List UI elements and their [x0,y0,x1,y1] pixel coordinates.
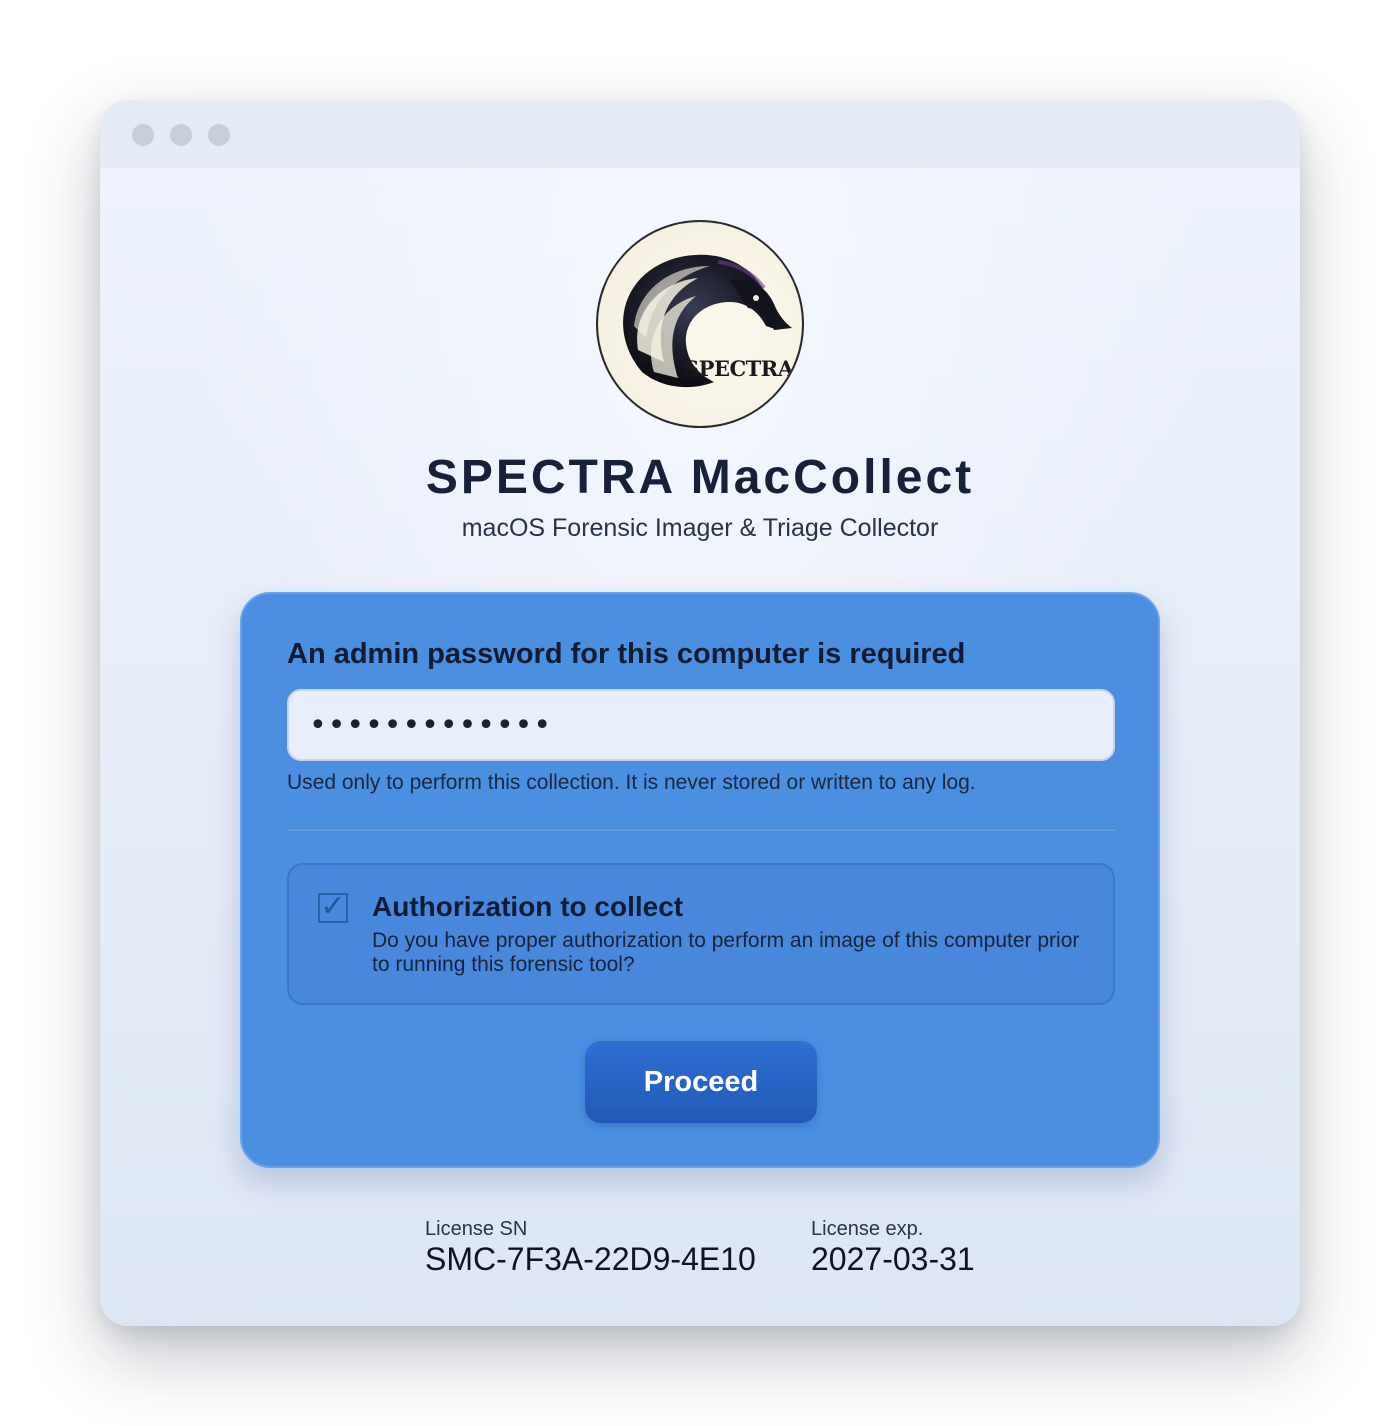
minimize-window-button[interactable] [170,124,192,146]
password-heading: An admin password for this computer is r… [287,638,966,670]
license-exp-value: 2027-03-31 [811,1241,975,1277]
spectra-logo: SPECTRA [596,220,804,428]
proceed-button[interactable]: Proceed [585,1041,817,1123]
section-divider [287,828,1115,831]
title-bar [100,100,1300,168]
raven-emblem-icon [623,254,792,388]
license-expiry: License exp. 2027-03-31 [811,1217,975,1277]
app-subtitle: macOS Forensic Imager & Triage Collector [461,514,939,542]
authorization-description: Do you have proper authorization to perf… [372,929,1080,976]
license-sn-label: License SN [425,1218,528,1240]
authentication-card: An admin password for this computer is r… [240,592,1160,1168]
zoom-window-button[interactable] [208,124,230,146]
authorization-panel[interactable]: ✓ Authorization to collect Do you have p… [287,863,1115,1005]
logo-wordmark: SPECTRA [684,356,794,381]
app-title: SPECTRA MacCollect [425,451,975,504]
authorization-checkbox[interactable]: ✓ [318,892,348,923]
license-sn-value: SMC-7F3A-22D9-4E10 [425,1241,756,1277]
close-window-button[interactable] [132,124,154,146]
app-window: SPECTRA SPECTRA MacCollect macOS Forensi… [100,100,1300,1326]
password-note: Used only to perform this collection. It… [287,771,976,794]
license-exp-label: License exp. [811,1218,924,1240]
admin-password-field[interactable] [287,689,1115,761]
license-serial: License SN SMC-7F3A-22D9-4E10 [425,1217,756,1277]
authorization-title: Authorization to collect [372,891,684,922]
